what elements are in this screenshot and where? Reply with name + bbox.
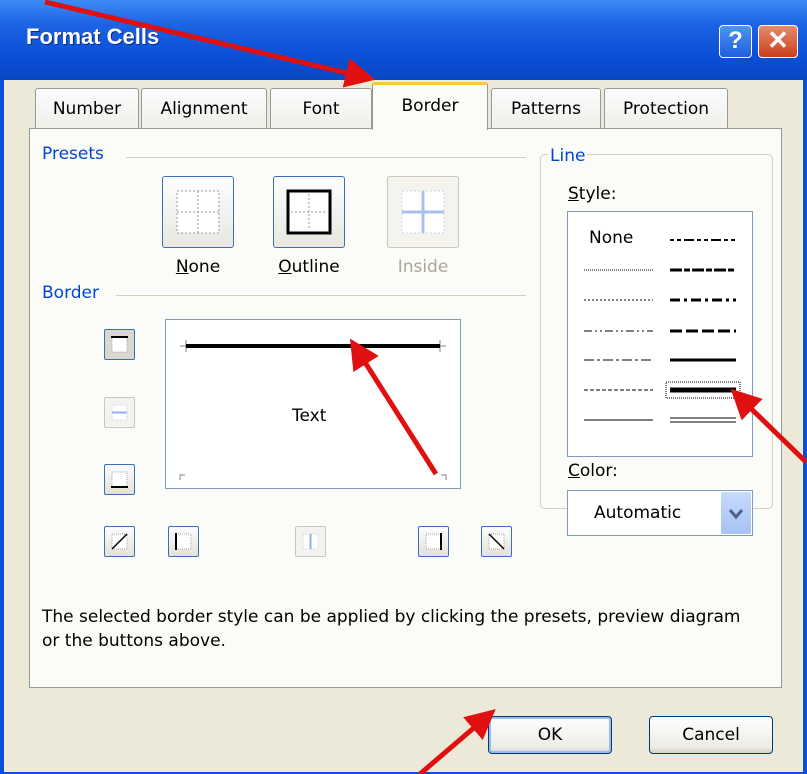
preset-none-access-key: N xyxy=(175,257,189,277)
border-group-label: Border xyxy=(42,283,99,303)
line-style-list[interactable]: None xyxy=(567,211,753,457)
preset-inside-button[interactable] xyxy=(387,176,459,248)
style-label-rest: tyle: xyxy=(578,184,617,204)
presets-separator xyxy=(126,157,526,158)
title-bar[interactable]: Format Cells ? ✕ xyxy=(0,0,807,80)
ok-button[interactable]: OK xyxy=(488,716,612,754)
chevron-down-icon xyxy=(728,508,744,519)
border-diagonal-up-button[interactable] xyxy=(104,526,135,557)
line-style-swatches xyxy=(584,239,741,423)
border-separator xyxy=(116,295,526,296)
color-dropdown-value: Automatic xyxy=(594,503,682,523)
border-diagonal-down-button[interactable] xyxy=(481,526,512,557)
border-left-button[interactable] xyxy=(168,526,199,557)
line-style-swatch-thick-selected xyxy=(665,381,741,399)
close-button[interactable]: ✕ xyxy=(758,25,798,58)
color-label-rest: olor: xyxy=(579,461,618,481)
border-top-button[interactable] xyxy=(104,329,135,360)
border-description-text: The selected border style can be applied… xyxy=(42,607,741,651)
preview-text: Text xyxy=(292,406,327,426)
format-cells-window: Format Cells ? ✕ Number Alignment Font B… xyxy=(0,0,807,774)
color-label: Color: xyxy=(568,461,618,481)
preset-none-label: None xyxy=(148,257,248,277)
border-inside-vertical-button[interactable] xyxy=(295,526,326,557)
preset-outline-label-rest: utline xyxy=(291,257,340,277)
preset-outline-button[interactable] xyxy=(273,176,345,248)
preview-diagram xyxy=(179,340,447,480)
border-inside-horizontal-button[interactable] xyxy=(104,397,135,428)
border-inside-horizontal-icon xyxy=(111,404,128,421)
line-group-label: Line xyxy=(548,146,588,166)
border-top-icon xyxy=(111,336,128,353)
border-bottom-button[interactable] xyxy=(104,464,135,495)
presets-group-label: Presets xyxy=(42,144,104,164)
tab-border[interactable]: Border xyxy=(372,82,488,130)
border-tab-panel: Presets None Outline Inside Border Text … xyxy=(29,128,782,688)
color-label-access-key: C xyxy=(568,461,580,481)
help-button[interactable]: ? xyxy=(719,25,752,58)
preset-inside-icon xyxy=(401,190,445,234)
border-right-button[interactable] xyxy=(418,526,449,557)
preset-inside-label: Inside xyxy=(397,257,449,277)
preset-outline-icon xyxy=(286,189,332,235)
style-label: Style: xyxy=(568,184,616,204)
color-dropdown[interactable]: Automatic xyxy=(567,490,753,536)
border-diagonal-up-icon xyxy=(111,533,128,550)
color-dropdown-arrow[interactable] xyxy=(721,492,751,534)
preset-outline-access-key: O xyxy=(278,257,292,277)
tab-protection[interactable]: Protection xyxy=(604,88,728,128)
window-title: Format Cells xyxy=(26,24,160,49)
tab-patterns[interactable]: Patterns xyxy=(491,88,601,128)
border-preview-area[interactable]: Text xyxy=(165,319,461,489)
dialog-client-area: Number Alignment Font Border Patterns Pr… xyxy=(4,80,803,772)
tab-font[interactable]: Font xyxy=(270,88,372,128)
preset-outline-label: Outline xyxy=(259,257,359,277)
line-style-swatch-double xyxy=(670,417,736,423)
border-inside-vertical-icon xyxy=(302,533,319,550)
style-label-access-key: S xyxy=(568,184,579,204)
tab-alignment[interactable]: Alignment xyxy=(141,88,267,128)
border-left-icon xyxy=(175,533,192,550)
preset-none-label-rest: one xyxy=(188,257,221,277)
preset-none-icon xyxy=(176,190,220,234)
preset-none-button[interactable] xyxy=(162,176,234,248)
cancel-button[interactable]: Cancel xyxy=(649,716,773,754)
border-bottom-icon xyxy=(111,471,128,488)
border-diagonal-down-icon xyxy=(488,533,505,550)
tab-number[interactable]: Number xyxy=(35,88,139,128)
border-right-icon xyxy=(425,533,442,550)
